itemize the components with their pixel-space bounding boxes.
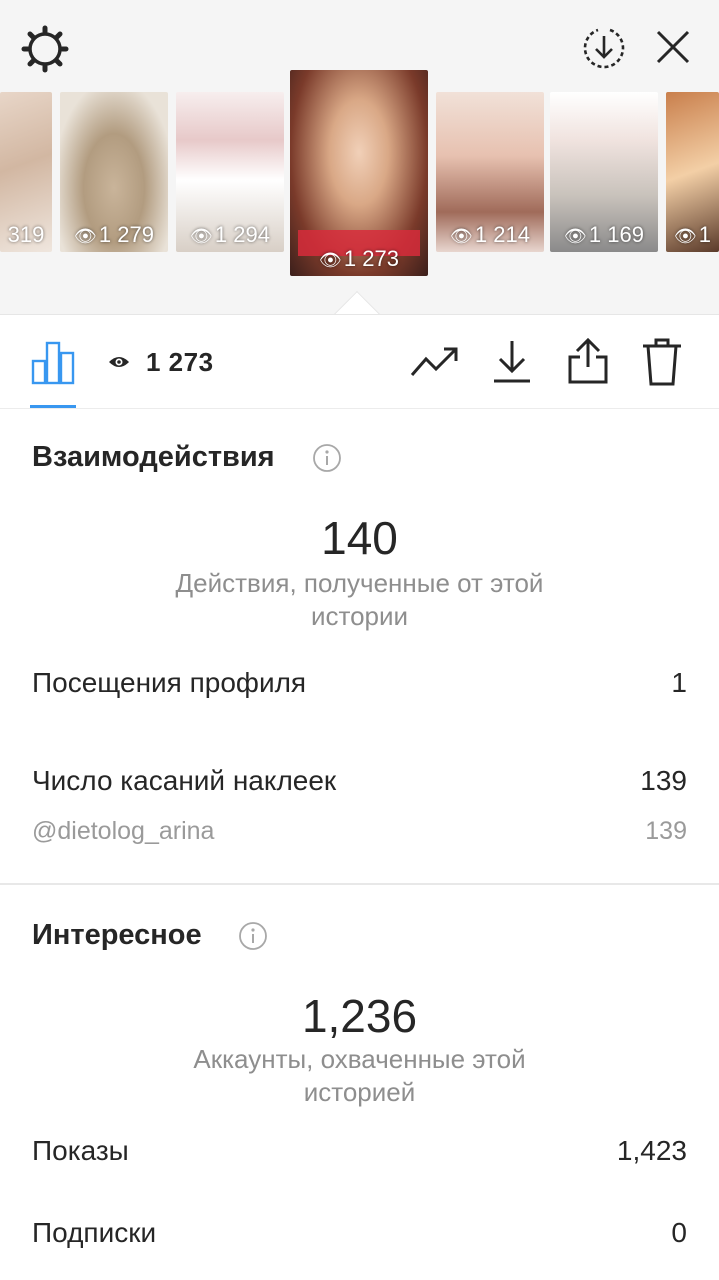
impressions-value: 1,423 — [616, 1135, 687, 1166]
gear-icon[interactable] — [20, 24, 70, 74]
story-thumbnail[interactable]: 👁1 214 — [436, 92, 544, 252]
interactions-title: Взаимодействия — [32, 441, 275, 473]
discovery-caption: Аккаунты, охваченные этой историей — [193, 1044, 526, 1107]
eye-icon: 👁 — [319, 250, 342, 270]
close-icon[interactable] — [652, 26, 694, 68]
profile-visits-label: Посещения профиля — [32, 667, 307, 698]
follows-label: Подписки — [32, 1217, 157, 1248]
interactions-caption: Действия, полученные от этой истории — [175, 568, 544, 631]
eye-icon: 👁 — [190, 226, 213, 246]
share-icon[interactable] — [566, 337, 610, 385]
sticker-handle: @dietolog_arina — [32, 817, 215, 845]
eye-icon: 👁 — [673, 226, 697, 246]
trend-icon[interactable] — [410, 343, 460, 379]
story-thumbnail[interactable]: 319 — [0, 92, 52, 252]
sticker-taps-value: 139 — [640, 765, 687, 796]
impressions-label: Показы — [32, 1135, 129, 1166]
story-views: 👁1 294 — [190, 222, 270, 247]
eye-icon: 👁 — [74, 226, 97, 246]
story-toolbar: 1 273 — [0, 315, 719, 409]
follows-value: 0 — [671, 1217, 687, 1248]
story-views: 👁1 279 — [74, 222, 154, 247]
interactions-total: 140 — [321, 512, 398, 564]
info-icon[interactable] — [238, 921, 268, 951]
story-views: 👁1 214 — [450, 222, 530, 247]
active-tab-indicator — [30, 405, 76, 408]
story-thumbnail-selected[interactable]: 👁1 273 — [290, 70, 428, 276]
eye-icon — [109, 357, 129, 367]
info-icon[interactable] — [312, 443, 342, 473]
story-strip-area: 319 👁1 279 👁1 294 👁1 273 👁1 214 👁1 169 👁… — [0, 0, 719, 340]
profile-visits-value: 1 — [671, 667, 687, 698]
story-thumbnail[interactable]: 👁1 169 — [550, 92, 658, 252]
story-views: 👁1 — [673, 222, 712, 247]
story-views: 319 — [7, 222, 45, 247]
story-views: 👁1 273 — [319, 246, 399, 271]
insights-panel: 1 273 Взаимодействия 140 Действия, получ… — [0, 314, 719, 1280]
discovery-total: 1,236 — [301, 990, 418, 1042]
sticker-handle-value: 139 — [645, 817, 687, 845]
story-views: 👁1 169 — [564, 222, 644, 247]
sticker-taps-label: Число касаний наклеек — [32, 765, 337, 796]
story-thumbnail[interactable]: 👁1 — [666, 92, 719, 252]
trash-icon[interactable] — [640, 337, 684, 387]
eye-icon: 👁 — [450, 226, 473, 246]
discovery-title: Интересное — [32, 919, 202, 951]
story-thumbnail[interactable]: 👁1 294 — [176, 92, 284, 252]
section-divider — [0, 883, 719, 885]
download-circle-icon[interactable] — [580, 24, 628, 72]
download-icon[interactable] — [492, 339, 532, 385]
eye-icon: 👁 — [564, 226, 587, 246]
bar-chart-icon[interactable] — [30, 339, 76, 385]
story-views-count: 1 273 — [146, 347, 214, 377]
story-thumbnail[interactable]: 👁1 279 — [60, 92, 168, 252]
